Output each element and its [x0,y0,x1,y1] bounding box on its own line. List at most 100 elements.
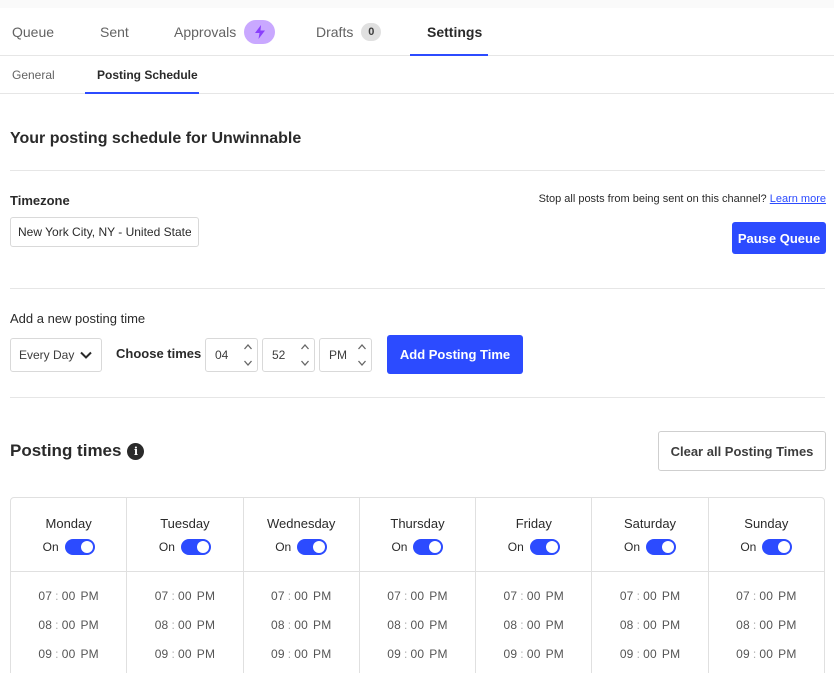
posting-time[interactable]: 08:00 PM [127,618,242,647]
info-icon[interactable]: i [127,442,145,460]
time-separator: : [287,647,292,661]
posting-time[interactable]: 07:00 PM [709,589,824,618]
time-hour: 09 [38,647,53,661]
day-column-wednesday: Wednesday On 07:00 PM 08:00 PM 09:00 PM [243,498,360,673]
subtab-general-label: General [12,68,55,82]
tab-sent[interactable]: Sent [100,8,129,56]
chevron-down-icon[interactable] [357,358,367,368]
day-toggle[interactable] [180,539,211,555]
toggle-label: On [624,540,641,554]
ampm-value: PM [329,348,347,362]
time-separator: : [752,618,757,632]
tab-settings-label: Settings [427,24,483,40]
tab-queue[interactable]: Queue [12,8,54,56]
tab-drafts[interactable]: Drafts 0 [316,8,382,56]
time-minute: 00 [759,618,774,632]
day-select[interactable]: Every Day [10,338,102,372]
time-separator: : [55,589,59,603]
posting-time[interactable]: 07:00 PM [11,589,126,618]
posting-time[interactable]: 07:00 PM [127,589,242,618]
posting-time[interactable]: 09:00 PM [592,647,707,673]
time-list: 07:00 PM 08:00 PM 09:00 PM [709,572,824,673]
day-toggle[interactable] [762,539,793,555]
time-minute: 00 [410,589,425,603]
time-separator: : [55,647,59,661]
time-separator: : [55,618,59,632]
posting-time[interactable]: 08:00 PM [360,618,475,647]
posting-time[interactable]: 08:00 PM [11,618,126,647]
posting-time[interactable]: 07:00 PM [360,589,475,618]
pause-queue-button[interactable]: Pause Queue [732,222,826,254]
time-separator: : [752,589,757,603]
posting-times-heading: Posting times i [10,441,145,461]
chevron-up-icon[interactable] [243,342,253,352]
chevron-up-icon[interactable] [300,342,310,352]
time-separator: : [287,618,292,632]
tab-queue-label: Queue [12,24,55,40]
posting-time[interactable]: 08:00 PM [709,618,824,647]
posting-time[interactable]: 08:00 PM [244,618,359,647]
posting-time[interactable]: 09:00 PM [360,647,475,673]
time-hour: 08 [154,618,169,632]
posting-time[interactable]: 08:00 PM [592,618,707,647]
time-period: PM [778,589,797,603]
posting-time[interactable]: 09:00 PM [11,647,126,673]
posting-time[interactable]: 09:00 PM [709,647,824,673]
chevron-down-icon[interactable] [243,358,253,368]
tab-approvals[interactable]: Approvals [174,8,276,56]
posting-time[interactable]: 07:00 PM [592,589,707,618]
time-hour: 07 [38,589,53,603]
tab-settings[interactable]: Settings [427,8,482,56]
time-separator: : [520,618,524,632]
day-header: Monday On [11,498,127,572]
toggle-knob [778,541,791,553]
time-minute: 00 [759,589,774,603]
subtab-posting-schedule[interactable]: Posting Schedule [97,56,198,94]
posting-time[interactable]: 08:00 PM [476,618,591,647]
subtab-general[interactable]: General [12,56,55,94]
minute-stepper[interactable]: 52 [262,338,315,372]
posting-time[interactable]: 07:00 PM [244,589,359,618]
time-minute: 00 [177,589,192,603]
add-posting-time-button[interactable]: Add Posting Time [387,335,523,374]
time-minute: 00 [294,618,309,632]
hour-stepper[interactable]: 04 [205,338,258,372]
day-toggle-row: On [624,539,677,555]
time-period: PM [429,589,448,603]
toggle-label: On [391,540,408,554]
time-period: PM [313,589,332,603]
time-separator: : [404,589,408,603]
toggle-knob [80,541,93,553]
time-period: PM [545,618,564,632]
chevron-up-icon[interactable] [357,342,367,352]
time-separator: : [520,647,524,661]
time-list: 07:00 PM 08:00 PM 09:00 PM [592,572,707,673]
day-toggle[interactable] [64,539,95,555]
time-period: PM [661,618,681,632]
time-separator: : [520,589,524,603]
toggle-knob [429,541,442,553]
posting-time[interactable]: 09:00 PM [127,647,242,673]
pause-description: Stop all posts from being sent on this c… [539,193,826,205]
timezone-input[interactable] [10,217,199,247]
ampm-stepper[interactable]: PM [319,338,372,372]
time-hour: 08 [619,618,634,632]
learn-more-link[interactable]: Learn more [770,193,826,205]
chevron-down-icon [80,351,92,359]
posting-time[interactable]: 09:00 PM [476,647,591,673]
day-header: Wednesday On [243,498,359,572]
day-toggle-row: On [391,539,444,555]
time-minute: 00 [177,618,192,632]
chevron-down-icon[interactable] [300,358,310,368]
day-toggle[interactable] [529,539,560,555]
day-toggle[interactable] [646,539,677,555]
day-toggle-row: On [159,539,211,555]
day-toggle[interactable] [297,539,328,555]
posting-time[interactable]: 07:00 PM [476,589,591,618]
clear-all-posting-times-button[interactable]: Clear all Posting Times [658,431,826,471]
toggle-label: On [158,540,175,554]
day-column-friday: Friday On 07:00 PM 08:00 PM 09:00 PM [476,498,593,673]
posting-time[interactable]: 09:00 PM [244,647,359,673]
day-toggle[interactable] [413,539,444,555]
time-hour: 09 [387,647,401,661]
